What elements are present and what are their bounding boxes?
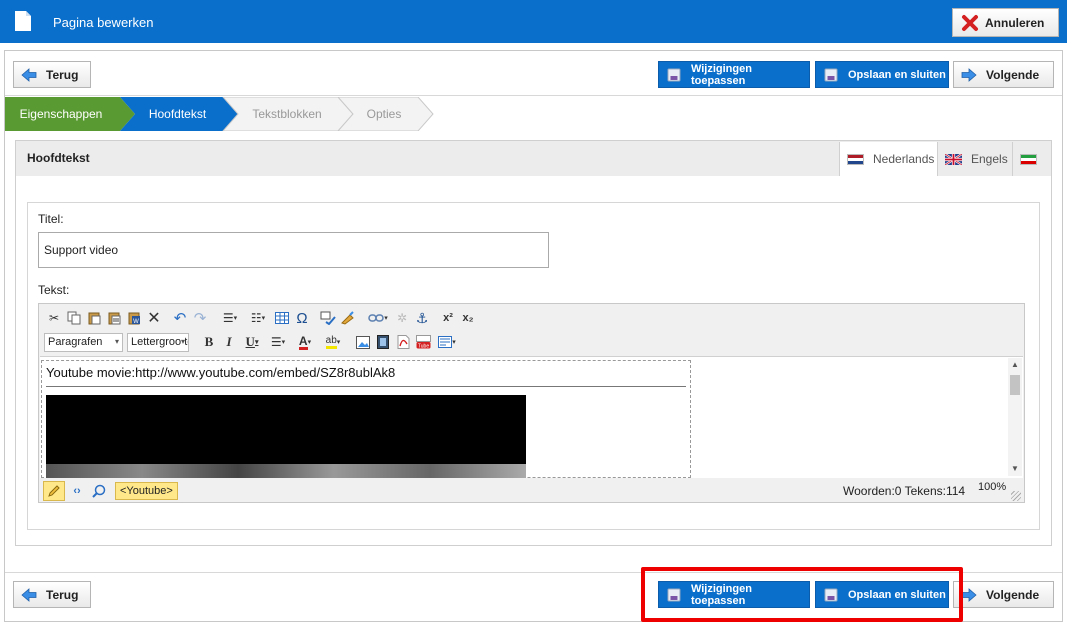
underline-icon[interactable]: U ▾ xyxy=(239,333,265,351)
svg-text:Tube: Tube xyxy=(417,343,428,349)
copy-icon[interactable] xyxy=(64,309,84,327)
special-character-icon[interactable]: Ω xyxy=(292,309,312,327)
spellcheck-icon[interactable] xyxy=(318,309,338,327)
cancel-button-label: Annuleren xyxy=(985,15,1045,30)
ir-flag-icon xyxy=(1020,153,1037,165)
youtube-icon[interactable]: Tube xyxy=(413,333,433,351)
close-icon xyxy=(962,14,978,31)
save-and-close-button-top[interactable]: Opslaan en sluiten xyxy=(815,61,949,88)
tab-engels[interactable]: Engels xyxy=(938,142,1013,176)
paste-text-icon[interactable] xyxy=(104,309,124,327)
cut-icon[interactable]: ✂ xyxy=(44,309,64,327)
subscript-icon[interactable]: x₂ xyxy=(458,309,478,327)
media-icon[interactable] xyxy=(373,333,393,351)
resize-handle[interactable] xyxy=(1011,491,1021,501)
zoom-level[interactable]: 100% xyxy=(978,481,1006,493)
editor-toolbar-row-1: ✂ W ✕ ↶ ↷ ☰ ▾ ☷ ▾ Ω ▾ ✲ ⚓ x² x₂ xyxy=(44,308,478,328)
html-mode-icon[interactable]: ‹› xyxy=(67,483,87,499)
horizontal-rule xyxy=(46,386,686,387)
highlight-box xyxy=(641,567,963,622)
window-title: Pagina bewerken xyxy=(53,15,154,30)
step-label: Tekstblokken xyxy=(252,106,322,121)
apply-changes-button-top[interactable]: Wijzigingen toepassen xyxy=(658,61,810,88)
link-icon[interactable]: ▾ xyxy=(364,309,392,327)
title-bar xyxy=(0,0,1067,43)
format-select[interactable]: Paragrafen ▾ xyxy=(44,332,123,352)
step-tekstblokken[interactable]: Tekstblokken xyxy=(237,97,337,130)
svg-text:W: W xyxy=(133,319,139,325)
tab-nederlands[interactable]: Nederlands xyxy=(839,142,938,176)
chevron-down-icon: ▾ xyxy=(114,336,119,346)
section-title: Hoofdtekst xyxy=(27,151,90,165)
image-icon[interactable] xyxy=(353,333,373,351)
anchor-icon[interactable]: ⚓ xyxy=(412,309,432,327)
align-icon[interactable]: ☰ ▾ xyxy=(265,333,291,351)
next-button-top[interactable]: Volgende xyxy=(953,61,1054,88)
text-field-label: Tekst: xyxy=(38,283,70,297)
scroll-up-icon[interactable]: ▲ xyxy=(1011,360,1019,369)
design-mode-button[interactable] xyxy=(43,481,65,501)
bullet-list-icon[interactable]: ☷ ▾ xyxy=(244,309,272,327)
font-size-select[interactable]: Lettergrootte ▾ xyxy=(127,332,189,352)
clean-html-icon[interactable] xyxy=(338,309,358,327)
next-button-label: Volgende xyxy=(986,67,1040,82)
title-field-label: Titel: xyxy=(38,212,64,226)
chevron-down-icon: ▾ xyxy=(180,336,185,346)
redo-icon[interactable]: ↷ xyxy=(190,309,210,327)
numbered-list-icon[interactable]: ☰ ▾ xyxy=(216,309,244,327)
back-button-label: Terug xyxy=(46,587,79,602)
back-button-bottom[interactable]: Terug xyxy=(13,581,91,608)
arrow-right-icon xyxy=(961,67,977,82)
paste-word-icon[interactable]: W xyxy=(124,309,144,327)
superscript-icon[interactable]: x² xyxy=(438,309,458,327)
format-select-value: Paragrafen xyxy=(48,336,103,348)
next-button-bottom[interactable]: Volgende xyxy=(953,581,1054,608)
step-hoofdtekst[interactable]: Hoofdtekst xyxy=(130,97,225,130)
save-icon xyxy=(667,68,681,81)
word-count: Woorden:0 Tekens:114 xyxy=(843,484,966,498)
highlight-color-icon[interactable]: ab ▾ xyxy=(319,333,347,351)
step-label: Opties xyxy=(366,106,402,121)
bold-icon[interactable]: B xyxy=(199,333,219,351)
step-eigenschappen[interactable]: Eigenschappen xyxy=(5,97,117,130)
magnifier-icon xyxy=(92,484,106,498)
scroll-down-icon[interactable]: ▼ xyxy=(1011,464,1019,473)
back-button-label: Terug xyxy=(46,67,79,82)
unlink-icon[interactable]: ✲ xyxy=(392,309,412,327)
paste-icon[interactable] xyxy=(84,309,104,327)
undo-icon[interactable]: ↶ xyxy=(170,309,190,327)
step-label: Hoofdtekst xyxy=(148,106,207,121)
step-opties[interactable]: Opties xyxy=(350,97,418,130)
step-label: Eigenschappen xyxy=(19,106,103,121)
save-and-close-label: Opslaan en sluiten xyxy=(848,68,946,81)
next-button-label: Volgende xyxy=(986,587,1040,602)
pdf-icon[interactable] xyxy=(393,333,413,351)
italic-icon[interactable]: I xyxy=(219,333,239,351)
language-label: Nederlands xyxy=(873,152,935,166)
editor-toolbar-row-2: Paragrafen ▾ Lettergrootte ▾ B I U ▾ ☰ ▾ A… xyxy=(44,332,461,352)
template-icon[interactable]: ▾ xyxy=(433,333,461,351)
youtube-embed-text: Youtube movie:http://www.youtube.com/emb… xyxy=(46,365,396,380)
remove-format-icon[interactable]: ✕ xyxy=(144,309,164,327)
uk-flag-icon xyxy=(945,153,962,165)
save-icon xyxy=(824,68,838,81)
title-input[interactable] xyxy=(38,232,549,268)
divider xyxy=(5,95,1062,96)
font-color-icon[interactable]: A ▾ xyxy=(291,333,319,351)
preview-icon[interactable] xyxy=(89,482,109,500)
table-icon[interactable] xyxy=(272,309,292,327)
video-thumbnail xyxy=(46,464,526,478)
arrow-left-icon xyxy=(21,587,37,602)
cancel-button[interactable]: Annuleren xyxy=(952,8,1059,37)
scrollbar-thumb[interactable] xyxy=(1010,375,1020,395)
language-label: Engels xyxy=(971,152,1008,166)
page-icon xyxy=(15,11,31,31)
back-button-top[interactable]: Terug xyxy=(13,61,91,88)
apply-changes-label: Wijzigingen toepassen xyxy=(690,62,752,87)
pencil-icon xyxy=(48,485,60,497)
element-path-tag[interactable]: <Youtube> xyxy=(115,482,178,500)
nl-flag-icon xyxy=(847,153,864,165)
tab-persian[interactable] xyxy=(1014,142,1050,176)
arrow-left-icon xyxy=(21,67,37,82)
